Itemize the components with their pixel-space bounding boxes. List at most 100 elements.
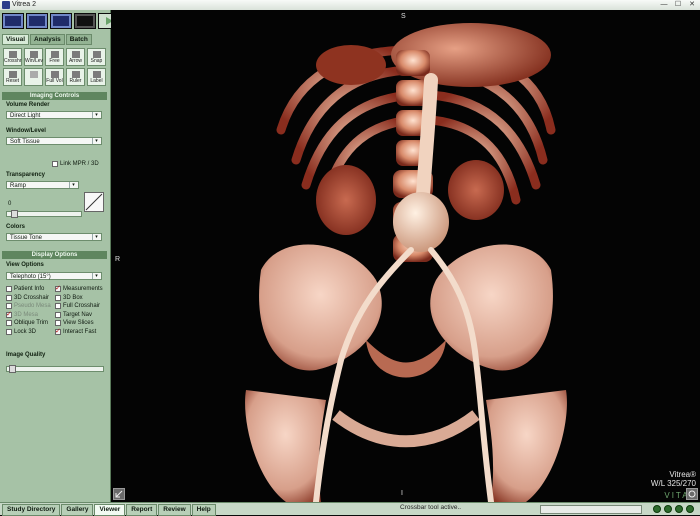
ruler-tool-button[interactable]: Ruler [66, 68, 85, 86]
display-checkbox[interactable]: Measurements [55, 284, 103, 292]
minimize-button[interactable]: — [660, 1, 668, 9]
right-kidney [448, 160, 504, 220]
expand-icon [115, 490, 123, 498]
checkbox-box [6, 328, 12, 335]
layout-2x2-button[interactable] [26, 13, 48, 29]
colors-dropdown[interactable]: Tissue Tone ▾ [6, 233, 102, 241]
display-checkbox[interactable]: Interact Fast [55, 327, 97, 335]
checkbox-box [55, 320, 61, 326]
disabled-tool-button[interactable] [24, 68, 43, 86]
snap-tool-button[interactable]: Snap [87, 48, 106, 66]
crosshair-icon [9, 51, 17, 58]
reset-icon [9, 71, 17, 78]
checkbox-box [55, 311, 61, 318]
orientation-top-label: S [401, 13, 406, 20]
chevron-down-icon: ▾ [92, 138, 100, 144]
tab-help[interactable]: Help [191, 504, 216, 516]
display-checkbox[interactable]: 3D Crosshair [6, 294, 49, 301]
checkbox-box [6, 310, 12, 318]
display-checkbox[interactable]: Target Nav [55, 311, 93, 318]
viewer-options-button[interactable] [113, 488, 125, 500]
checkbox-label: Interact Fast [63, 328, 97, 335]
tab-visual[interactable]: Visual [2, 34, 30, 45]
display-checkbox[interactable]: 3D Box [55, 294, 83, 301]
checkbox-box [52, 161, 58, 167]
tab-report[interactable]: Report [126, 504, 158, 516]
spleen [316, 45, 386, 85]
3d-viewer[interactable]: S I R Vitrea® W/L 325/270 VITAL [111, 10, 700, 502]
checkbox-box [55, 284, 61, 292]
transparency-dropdown[interactable]: Ramp ▾ [6, 181, 79, 189]
left-panel: Visual Analysis Batch Crosshr Win/Lev Fr… [0, 10, 120, 502]
checkbox-box [6, 303, 12, 309]
image-quality-label: Image Quality [6, 352, 46, 358]
crosshair-tool-button[interactable]: Crosshr [3, 48, 22, 66]
left-kidney [316, 165, 376, 235]
display-checkbox[interactable]: Patient Info [6, 286, 44, 292]
arrow-tool-button[interactable]: Arrow [66, 48, 85, 66]
watermark-product: Vitrea® [669, 470, 696, 479]
transparency-slider[interactable] [6, 210, 82, 218]
viewer-watermark: Vitrea® W/L 325/270 [651, 470, 696, 488]
tool-grid: Crosshr Win/Lev Free Arrow Snap Reset Fu… [3, 48, 107, 86]
slider-thumb[interactable] [8, 365, 16, 373]
full-vol-tool-button[interactable]: Full Vol [45, 68, 64, 86]
checkbox-box [55, 327, 61, 335]
tab-batch[interactable]: Batch [65, 34, 92, 45]
display-checkbox[interactable]: View Slices [55, 320, 94, 326]
window-level-tool-button[interactable]: Win/Lev [24, 48, 43, 66]
checkbox-box [6, 294, 12, 301]
ruler-icon [72, 71, 80, 78]
imaging-controls-header: Imaging Controls [2, 92, 107, 100]
free-icon [51, 51, 59, 58]
status-indicator-dot [686, 505, 694, 513]
checkbox-label: Oblique Trim [14, 320, 49, 326]
chevron-down-icon: ▾ [92, 273, 100, 279]
transparency-label: Transparency [6, 172, 46, 178]
tab-viewer[interactable]: Viewer [94, 504, 126, 516]
orientation-bottom-label: I [401, 490, 403, 497]
display-checkbox[interactable]: Oblique Trim [6, 320, 48, 326]
image-quality-slider[interactable] [6, 365, 104, 373]
arrow-icon [72, 51, 80, 58]
checkbox-label: Measurements [63, 286, 103, 292]
layout-1x1-button[interactable] [2, 13, 24, 29]
display-checkbox[interactable]: Pseudo Mesa [6, 303, 51, 309]
app-icon [2, 1, 10, 9]
display-checkbox[interactable]: Lock 3D [6, 328, 37, 335]
tab-study-directory[interactable]: Study Directory [2, 504, 61, 516]
black-screen-button[interactable] [74, 13, 96, 29]
free-tool-button[interactable]: Free [45, 48, 64, 66]
tab-gallery[interactable]: Gallery [61, 504, 94, 516]
bottom-tabs: Study Directory Gallery Viewer Report Re… [2, 504, 216, 516]
slider-thumb[interactable] [10, 210, 18, 218]
label-tool-button[interactable]: Label [87, 68, 106, 86]
window-level-label: Window/Level [6, 128, 46, 134]
volume-render-dropdown[interactable]: Direct Light ▾ [6, 111, 102, 119]
tab-review[interactable]: Review [158, 504, 191, 516]
chevron-down-icon: ▾ [69, 182, 77, 188]
settings-icon [688, 490, 696, 498]
link-mpr-3d-checkbox[interactable]: Link MPR / 3D [52, 161, 99, 167]
checkbox-label: Lock 3D [14, 328, 37, 335]
chevron-down-icon: ▾ [92, 234, 100, 240]
label-icon [93, 71, 101, 78]
close-button[interactable]: ✕ [688, 1, 696, 9]
display-options-header: Display Options [2, 251, 107, 259]
checkbox-label: View Slices [63, 320, 94, 326]
layout-toolbar [2, 13, 120, 29]
right-femur [486, 390, 567, 502]
viewer-settings-button[interactable] [686, 488, 698, 500]
window-level-dropdown[interactable]: Soft Tissue ▾ [6, 137, 102, 145]
status-text: Crossbar tool active.. [400, 504, 462, 511]
checkbox-label: Target Nav [63, 311, 93, 318]
display-checkbox[interactable]: Full Crosshair [55, 303, 100, 309]
layout-1x3-button[interactable] [50, 13, 72, 29]
tab-analysis[interactable]: Analysis [30, 34, 65, 45]
reset-tool-button[interactable]: Reset [3, 68, 22, 86]
orientation-left-label: R [115, 256, 121, 263]
maximize-button[interactable]: ☐ [674, 1, 682, 9]
view-options-dropdown[interactable]: Telephoto (15°) ▾ [6, 272, 102, 280]
display-checkbox[interactable]: 3D Mesa [6, 310, 38, 318]
sacrum [366, 340, 446, 378]
